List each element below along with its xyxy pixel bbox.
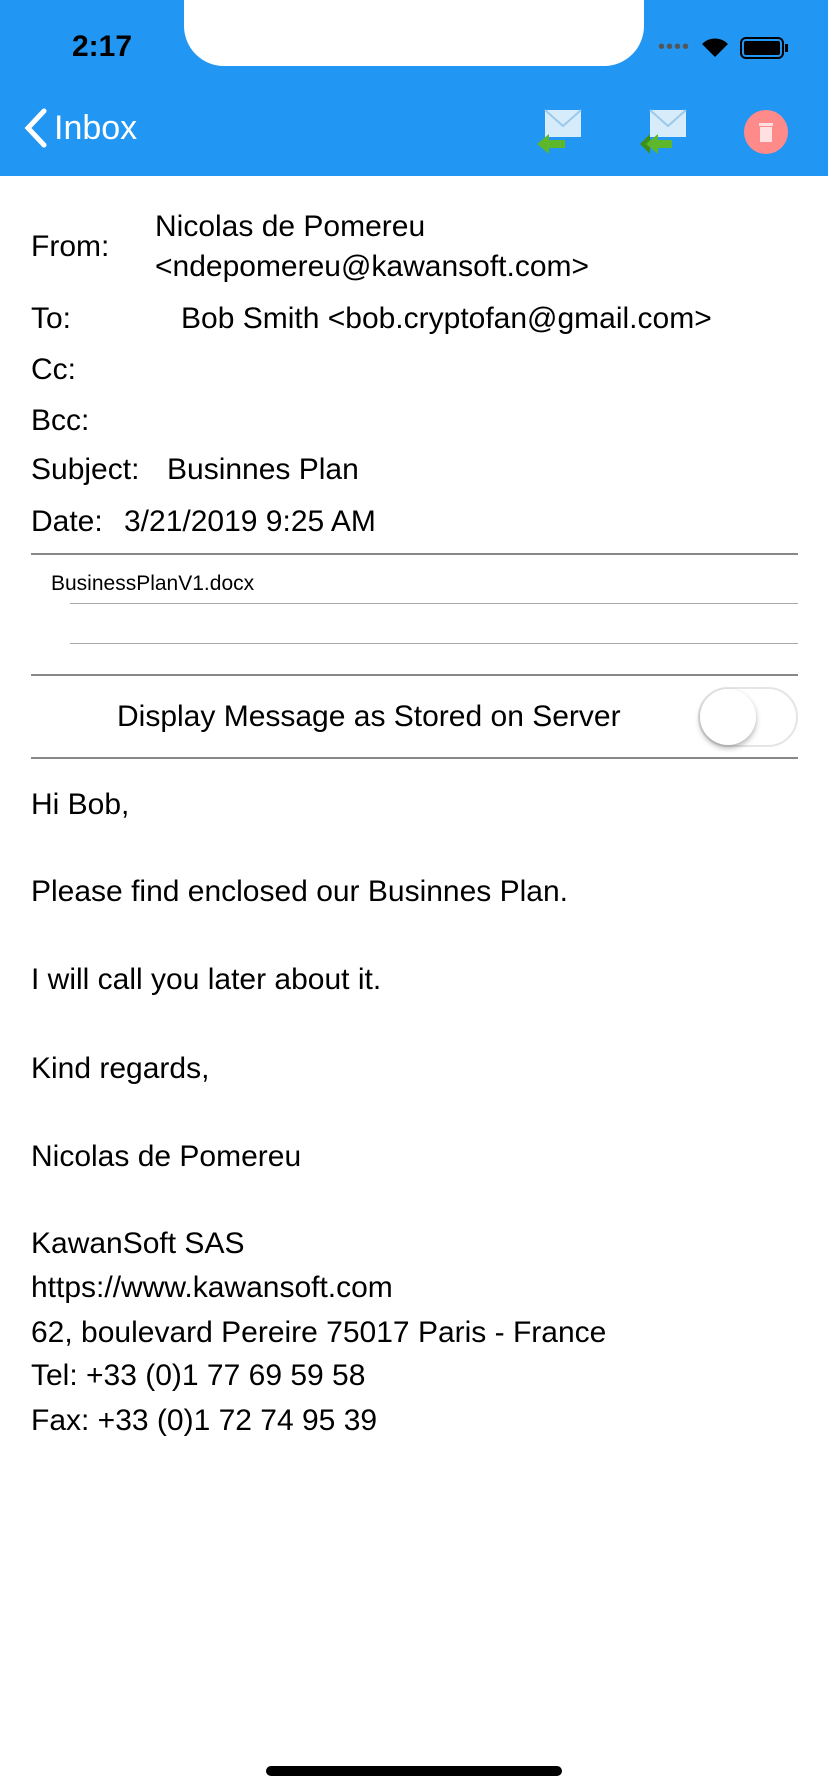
device-notch [184,0,644,66]
body-line: Please find enclosed our Businnes Plan. [31,875,569,908]
trash-icon [759,123,773,142]
delete-button[interactable] [744,110,788,154]
body-line: Kind regards, [31,1052,210,1085]
attachment-separator [70,603,798,604]
wifi-icon [702,37,728,57]
date-label: Date: [31,505,103,538]
divider [31,553,798,555]
bcc-label: Bcc: [31,404,90,437]
from-email[interactable]: <ndepomereu@kawansoft.com> [155,250,589,284]
from-name: Nicolas de Pomereu [155,210,426,243]
battery-icon [740,36,788,59]
from-label: From: [31,230,110,263]
divider [31,757,798,759]
subject-label: Subject: [31,453,140,486]
to-label: To: [31,302,72,335]
home-indicator[interactable] [266,1766,562,1776]
back-button[interactable]: Inbox [24,108,137,148]
back-label: Inbox [54,108,138,147]
toggle-label: Display Message as Stored on Server [117,700,621,733]
body-line: Hi Bob, [31,788,130,821]
divider [31,674,798,676]
body-line: I will call you later about it. [31,963,382,996]
reply-icon[interactable] [535,108,585,156]
navigation-bar: 2:17 •••• Inbox [0,0,828,176]
reply-all-icon[interactable] [638,108,690,156]
chevron-left-icon [24,108,47,148]
body-line: Tel: +33 (0)1 77 69 59 58 [31,1359,366,1392]
subject-value: Businnes Plan [167,453,359,486]
status-time: 2:17 [72,30,133,63]
body-line: Fax: +33 (0)1 72 74 95 39 [31,1404,378,1437]
toggle-knob [700,689,756,745]
attachment-separator [70,643,798,644]
body-link[interactable]: https://www.kawansoft.com [31,1271,393,1305]
display-stored-toggle[interactable] [698,687,798,747]
to-value[interactable]: Bob Smith <bob.cryptofan@gmail.com> [181,302,712,336]
signal-icon: •••• [657,36,690,58]
body-line: KawanSoft SAS [31,1227,245,1260]
status-icons: •••• [658,36,788,59]
cc-label: Cc: [31,353,76,386]
date-value: 3/21/2019 9:25 AM [124,505,376,538]
attachment-item[interactable]: BusinessPlanV1.docx [51,572,254,596]
body-line: Nicolas de Pomereu [31,1140,302,1173]
body-line: 62, boulevard Pereire 75017 Paris - Fran… [31,1316,607,1349]
